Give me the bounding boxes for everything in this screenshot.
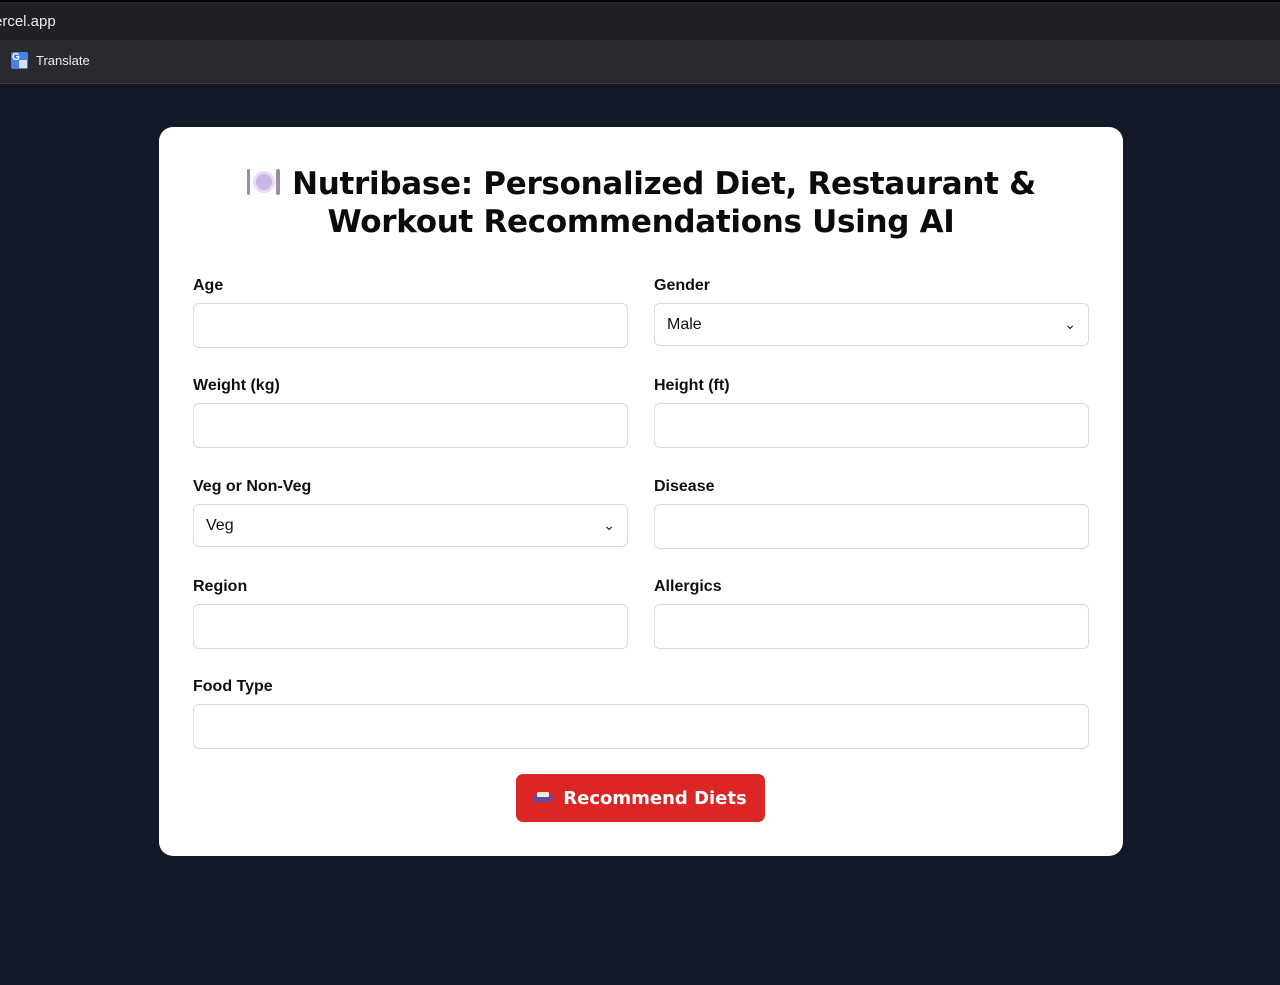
weight-label: Weight (kg): [193, 377, 280, 394]
recommend-diets-button[interactable]: Recommend Diets: [516, 774, 765, 822]
age-input[interactable]: [193, 303, 628, 348]
gender-field-group: Gender Male ⌄: [654, 277, 1089, 346]
chevron-down-icon: ⌄: [603, 517, 615, 533]
food-type-input[interactable]: [193, 704, 1089, 749]
allergics-input[interactable]: [654, 604, 1089, 649]
gender-selected-value: Male: [667, 315, 702, 333]
height-input[interactable]: [654, 403, 1089, 448]
browser-tab-bar: ercel.app: [0, 0, 1280, 40]
height-field-group: Height (ft): [654, 377, 1089, 448]
page-title-text: Nutribase: Personalized Diet, Restaurant…: [292, 166, 1036, 240]
bookmark-translate[interactable]: Translate: [11, 52, 90, 69]
bookmarks-bar: Translate: [0, 40, 1280, 84]
page-title: Nutribase: Personalized Diet, Restaurant…: [199, 165, 1083, 241]
age-field-group: Age: [193, 277, 628, 348]
diet-label: Veg or Non-Veg: [193, 478, 312, 495]
diet-select[interactable]: Veg ⌄: [193, 504, 628, 547]
allergics-label: Allergics: [654, 578, 722, 595]
book-icon: [534, 791, 554, 805]
bookmark-label: Translate: [36, 53, 90, 68]
region-field-group: Region: [193, 578, 628, 649]
weight-field-group: Weight (kg): [193, 377, 628, 448]
height-label: Height (ft): [654, 377, 730, 394]
form-card: Nutribase: Personalized Diet, Restaurant…: [159, 127, 1123, 856]
disease-field-group: Disease: [654, 478, 1089, 549]
translate-icon: [11, 52, 28, 69]
address-bar-url[interactable]: ercel.app: [0, 13, 56, 30]
chevron-down-icon: ⌄: [1064, 316, 1076, 332]
allergics-field-group: Allergics: [654, 578, 1089, 649]
region-input[interactable]: [193, 604, 628, 649]
plate-with-cutlery-icon: [246, 167, 281, 197]
disease-label: Disease: [654, 478, 715, 495]
gender-select[interactable]: Male ⌄: [654, 303, 1089, 346]
weight-input[interactable]: [193, 403, 628, 448]
region-label: Region: [193, 578, 248, 595]
food-type-field-group: Food Type: [193, 678, 1089, 749]
gender-label: Gender: [654, 277, 711, 294]
age-label: Age: [193, 277, 224, 294]
diet-selected-value: Veg: [206, 516, 234, 534]
recommend-diets-label: Recommend Diets: [563, 787, 747, 809]
food-type-label: Food Type: [193, 678, 273, 695]
disease-input[interactable]: [654, 504, 1089, 549]
diet-field-group: Veg or Non-Veg Veg ⌄: [193, 478, 628, 547]
